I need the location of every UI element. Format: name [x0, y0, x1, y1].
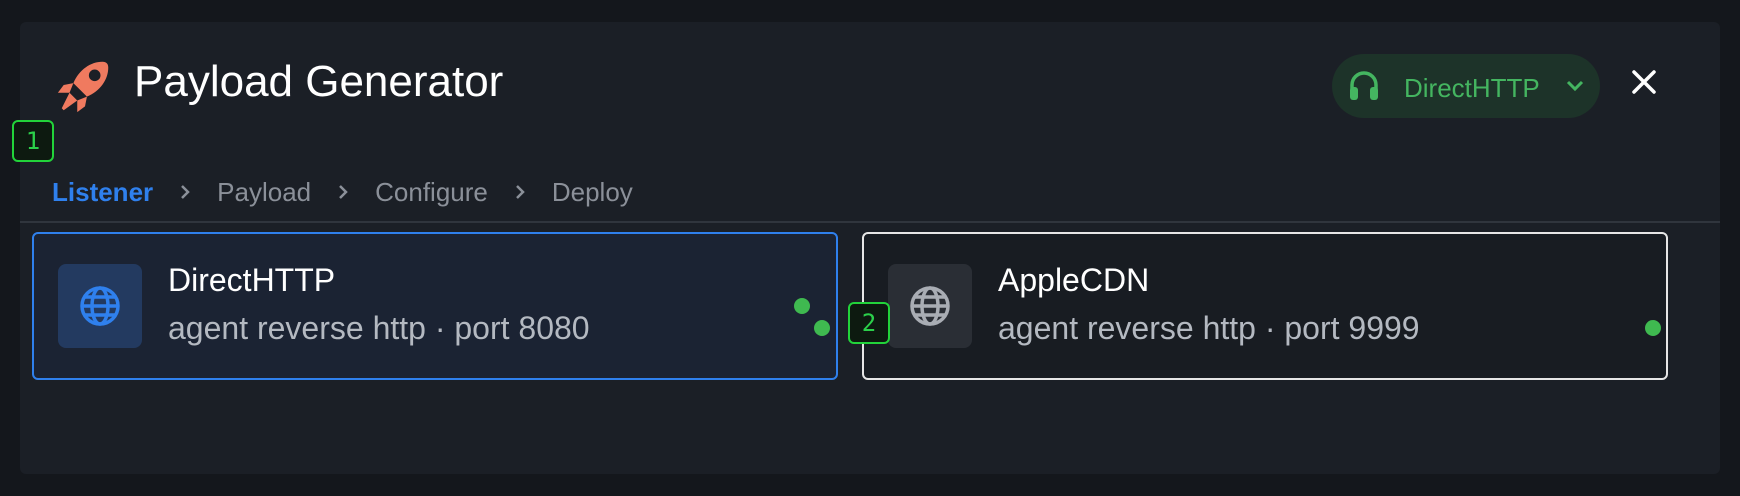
chevron-down-icon: [1566, 80, 1584, 92]
annotation-badge: 1: [12, 120, 54, 162]
step-configure[interactable]: Configure: [375, 177, 488, 208]
status-online-indicator: [794, 298, 810, 314]
step-deploy[interactable]: Deploy: [552, 177, 633, 208]
listener-card-directhttp[interactable]: DirectHTTP agent reverse http · port 808…: [32, 232, 838, 380]
rocket-icon: [57, 61, 109, 113]
listener-card-applecdn[interactable]: AppleCDN agent reverse http · port 9999: [862, 232, 1668, 380]
close-button[interactable]: [1630, 68, 1658, 96]
listener-description: agent reverse http · port 9999: [998, 310, 1420, 346]
listener-icon-box: [888, 264, 972, 348]
headset-icon: [1350, 71, 1378, 100]
chevron-right-icon: [181, 185, 190, 199]
listener-name: DirectHTTP: [168, 262, 336, 298]
listener-name: AppleCDN: [998, 262, 1150, 298]
header-divider: [20, 221, 1720, 223]
listener-icon-box: [58, 264, 142, 348]
listener-description: agent reverse http · port 8080: [168, 310, 590, 346]
page-title: Payload Generator: [134, 57, 504, 106]
annotation-badge: 2: [848, 302, 890, 344]
listener-selector-label: DirectHTTP: [1404, 73, 1540, 103]
dialog-header: Payload Generator DirectHTTP: [20, 22, 1720, 150]
step-payload[interactable]: Payload: [217, 177, 311, 208]
status-online-indicator: [814, 320, 830, 336]
chevron-right-icon: [339, 185, 348, 199]
globe-icon: [910, 286, 950, 326]
chevron-right-icon: [515, 185, 525, 199]
listener-selector-dropdown[interactable]: DirectHTTP: [1332, 54, 1600, 118]
wizard-steps: Listener Payload Configure Deploy: [52, 172, 633, 212]
step-listener[interactable]: Listener: [52, 177, 153, 208]
status-online-indicator: [1645, 320, 1661, 336]
globe-icon: [80, 286, 120, 326]
